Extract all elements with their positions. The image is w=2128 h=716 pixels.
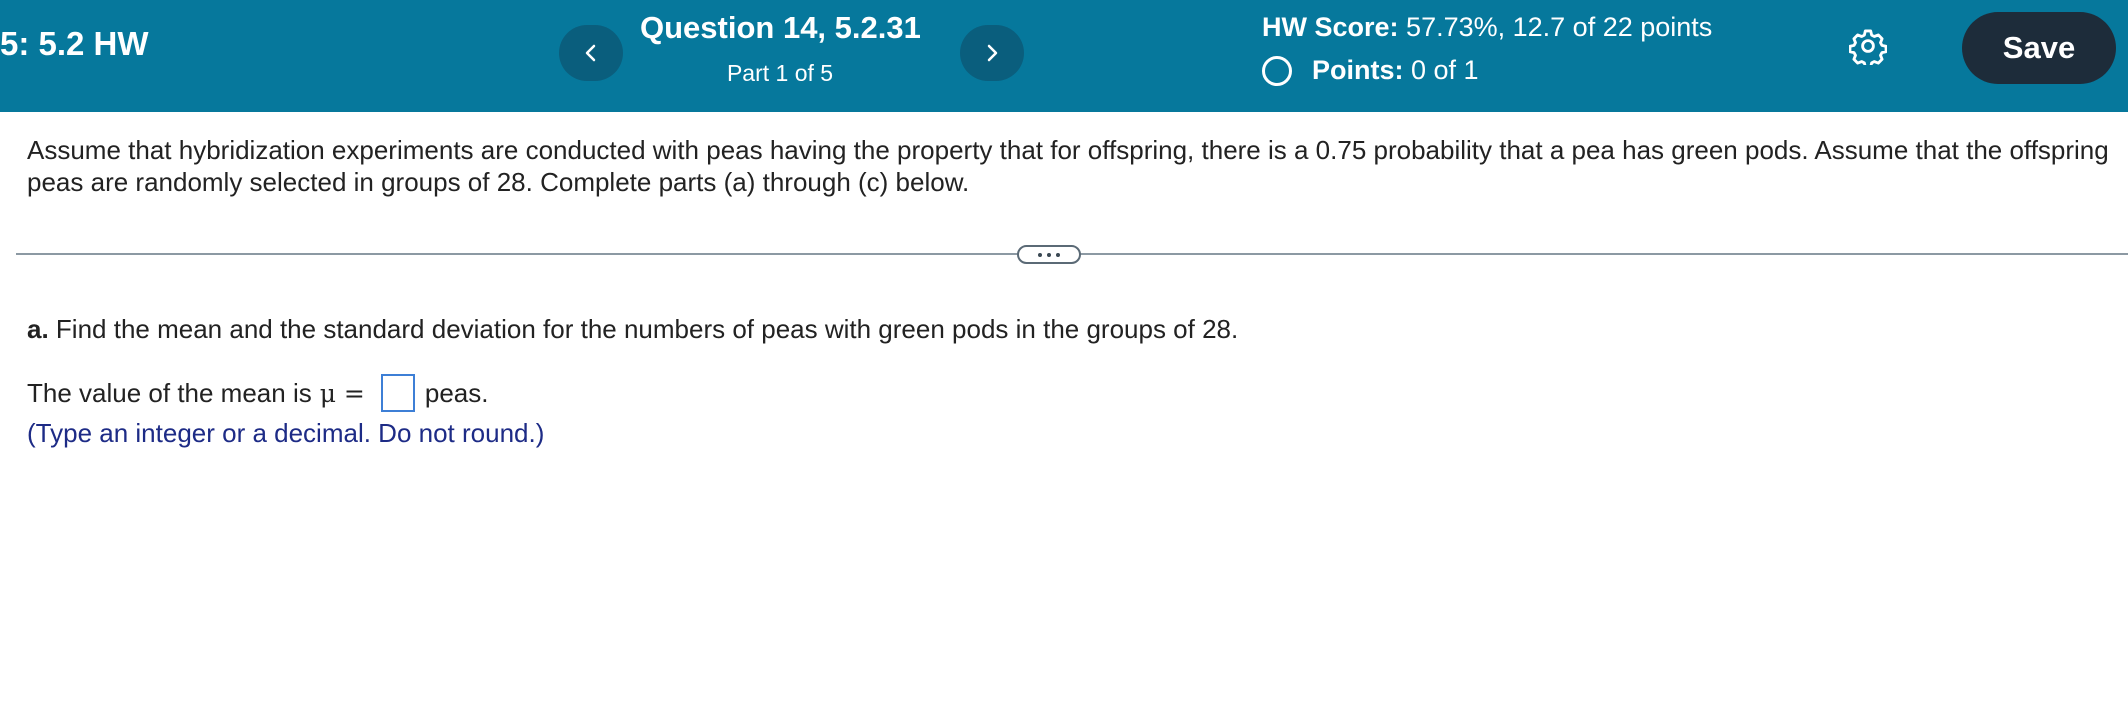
problem-statement: Assume that hybridization experiments ar… [27,135,2109,197]
points: Points: 0 of 1 [1262,55,1712,86]
mean-answer-line: The value of the mean is μ = peas. [27,374,488,412]
expand-question-button[interactable] [1017,245,1081,264]
score-info: HW Score: 57.73%, 12.7 of 22 points Poin… [1262,12,1712,86]
question-title: Question 14, 5.2.31 [640,10,921,45]
mu-symbol: μ = [319,378,365,408]
answer-hint: (Type an integer or a decimal. Do not ro… [27,418,545,448]
ellipsis-icon [1038,252,1042,257]
question-info: Question 14, 5.2.31 Part 1 of 5 [640,10,921,87]
assignment-title: 5: 5.2 HW [0,25,149,62]
top-bar: 5: 5.2 HW Question 14, 5.2.31 Part 1 of … [0,0,2128,112]
part-a-question: a. Find the mean and the standard deviat… [27,313,1238,345]
next-question-button[interactable] [960,25,1024,81]
question-part: Part 1 of 5 [726,60,834,86]
save-button[interactable]: Save [1962,12,2116,84]
points-value: 0 of 1 [1411,55,1479,85]
answer-suffix: peas. [424,377,489,408]
chevron-left-icon [585,44,596,62]
status-circle-icon [1262,55,1292,86]
part-a-text: Find the mean and the standard deviation… [55,314,1239,344]
mean-answer-input[interactable] [380,374,415,412]
gear-icon[interactable] [1849,27,1887,65]
hw-score-value: 57.73%, 12.7 of 22 points [1406,12,1713,42]
answer-prefix: The value of the mean is [27,377,312,408]
hw-score-label: HW Score: [1262,12,1399,42]
previous-question-button[interactable] [559,25,623,81]
part-a-label: a. [27,314,49,344]
chevron-right-icon [987,44,998,62]
hw-score: HW Score: 57.73%, 12.7 of 22 points [1262,12,1712,43]
points-label: Points: [1312,55,1404,85]
